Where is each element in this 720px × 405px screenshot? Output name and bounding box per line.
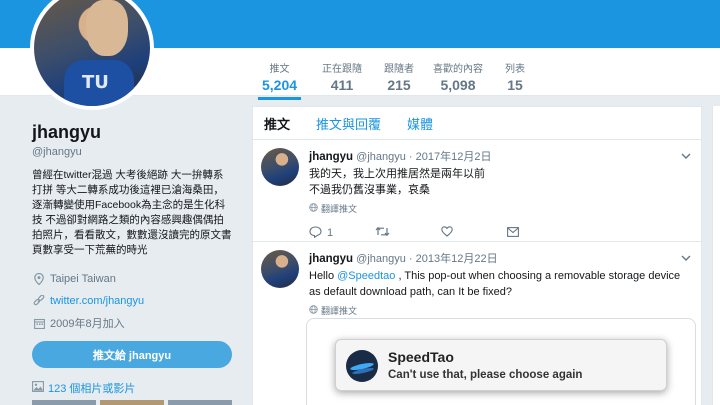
profile-bio: 曾經在twitter混過 大考後絕跡 大一拚轉系打拼 等大二轉系成功後這裡已滄海…	[32, 169, 232, 256]
stat-tweets[interactable]: 推文 5,204	[258, 60, 302, 100]
tweet-header: jhangyu @jhangyu · 2017年12月2日	[309, 148, 691, 164]
stat-value: 5,204	[262, 77, 298, 93]
location-text: Taipei Taiwan	[50, 273, 116, 285]
stat-value: 15	[507, 77, 523, 93]
tab-tweets-and-replies[interactable]: 推文與回覆	[316, 114, 381, 133]
popup-message: Can't use that, please choose again	[388, 369, 583, 381]
tweet-text: Hello @Speedtao , This pop-out when choo…	[309, 268, 691, 300]
stat-label: 推文	[269, 64, 290, 75]
direct-message-button[interactable]	[507, 226, 573, 240]
translate-tweet-label[interactable]: 翻譯推文	[321, 304, 357, 317]
globe-icon	[309, 203, 318, 214]
chevron-down-icon[interactable]	[681, 252, 691, 264]
photo-icon	[32, 381, 44, 395]
tweet-to-button[interactable]: 推文給 jhangyu	[32, 341, 232, 368]
location-pin-icon	[32, 273, 46, 285]
active-tab-underline	[258, 97, 302, 100]
tweet-avatar[interactable]	[261, 250, 299, 288]
avatar-face	[86, 0, 128, 56]
timeline: 推文 推文與回覆 媒體 jhangyu @jhangyu · 2017年12月2…	[252, 106, 702, 405]
reply-button[interactable]: 1	[309, 225, 375, 241]
stat-value: 5,098	[440, 77, 476, 93]
link-icon	[32, 295, 46, 307]
reply-icon	[309, 225, 322, 241]
right-column-edge	[712, 106, 720, 405]
tweet-date[interactable]: · 2013年12月22日	[409, 253, 498, 265]
tweet-date[interactable]: · 2017年12月2日	[409, 151, 492, 163]
tweet-text: 我的天，我上次用推居然是兩年以前 不過我仍舊沒事業，哀桑	[309, 166, 691, 198]
tweet-author-name[interactable]: jhangyu	[309, 253, 353, 265]
photos-link-text[interactable]: 123 個相片或影片	[48, 380, 135, 396]
profile-website[interactable]: twitter.com/jhangyu	[32, 290, 232, 312]
like-button[interactable]	[441, 226, 507, 240]
heart-icon	[441, 226, 453, 240]
media-thumbnail[interactable]	[168, 400, 232, 405]
media-thumbnail[interactable]	[32, 400, 96, 405]
tweet-header: jhangyu @jhangyu · 2013年12月22日	[309, 250, 691, 266]
tweet-author-name[interactable]: jhangyu	[309, 151, 353, 163]
stat-label: 喜歡的內容	[433, 64, 483, 75]
stat-value: 411	[330, 77, 354, 93]
stat-label: 列表	[505, 64, 525, 75]
profile-name[interactable]: jhangyu	[32, 122, 232, 143]
avatar-shirt-text: TU	[82, 72, 109, 93]
profile-joined: 2009年8月加入	[32, 312, 232, 334]
stat-lists[interactable]: 列表 15	[505, 60, 525, 93]
profile-location: Taipei Taiwan	[32, 268, 232, 290]
tweet-text-line: 不過我仍舊沒事業，哀桑	[309, 184, 430, 196]
translate-tweet[interactable]: 翻譯推文	[309, 304, 691, 317]
translate-tweet[interactable]: 翻譯推文	[309, 202, 691, 215]
stat-label: 跟隨者	[384, 64, 414, 75]
tweet-author-handle[interactable]: @jhangyu	[356, 253, 406, 265]
tab-media[interactable]: 媒體	[407, 114, 433, 133]
tweet-text-segment: Hello	[309, 270, 338, 282]
retweet-icon	[375, 226, 390, 240]
tweet-avatar[interactable]	[261, 148, 299, 186]
stat-value: 215	[387, 77, 411, 93]
speedtao-logo-icon	[346, 350, 378, 382]
chevron-down-icon[interactable]	[681, 150, 691, 162]
mention-link[interactable]: @Speedtao	[337, 270, 395, 282]
globe-icon	[309, 305, 318, 316]
tweet-author-handle[interactable]: @jhangyu	[356, 151, 406, 163]
stat-followers[interactable]: 跟隨者 215	[384, 60, 414, 93]
retweet-button[interactable]	[375, 226, 441, 240]
popup-title: SpeedTao	[388, 349, 454, 365]
media-thumbnail[interactable]	[100, 400, 164, 405]
tweet-text-line: 我的天，我上次用推居然是兩年以前	[309, 168, 485, 180]
tweet-item[interactable]: jhangyu @jhangyu · 2017年12月2日 我的天，我上次用推居…	[253, 140, 701, 242]
calendar-icon	[32, 318, 46, 329]
reply-count: 1	[327, 227, 334, 239]
profile-meta: Taipei Taiwan twitter.com/jhangyu 2009年8…	[32, 268, 232, 334]
profile-sidebar: jhangyu @jhangyu 曾經在twitter混過 大考後絕跡 大一拚轉…	[32, 122, 232, 258]
stat-likes[interactable]: 喜歡的內容 5,098	[433, 60, 483, 93]
profile-handle[interactable]: @jhangyu	[32, 146, 232, 158]
media-thumbnails	[32, 400, 232, 405]
stat-following[interactable]: 正在跟隨 411	[322, 60, 362, 93]
stat-label: 正在跟隨	[322, 64, 362, 75]
tab-tweets[interactable]: 推文	[264, 114, 290, 133]
website-link[interactable]: twitter.com/jhangyu	[50, 295, 144, 307]
speedtao-popup: SpeedTao Can't use that, please choose a…	[335, 339, 667, 391]
photos-link[interactable]: 123 個相片或影片	[32, 380, 135, 396]
joined-text: 2009年8月加入	[50, 318, 125, 330]
timeline-tabs: 推文 推文與回覆 媒體	[253, 107, 701, 140]
translate-tweet-label[interactable]: 翻譯推文	[321, 202, 357, 215]
envelope-icon	[507, 226, 519, 240]
